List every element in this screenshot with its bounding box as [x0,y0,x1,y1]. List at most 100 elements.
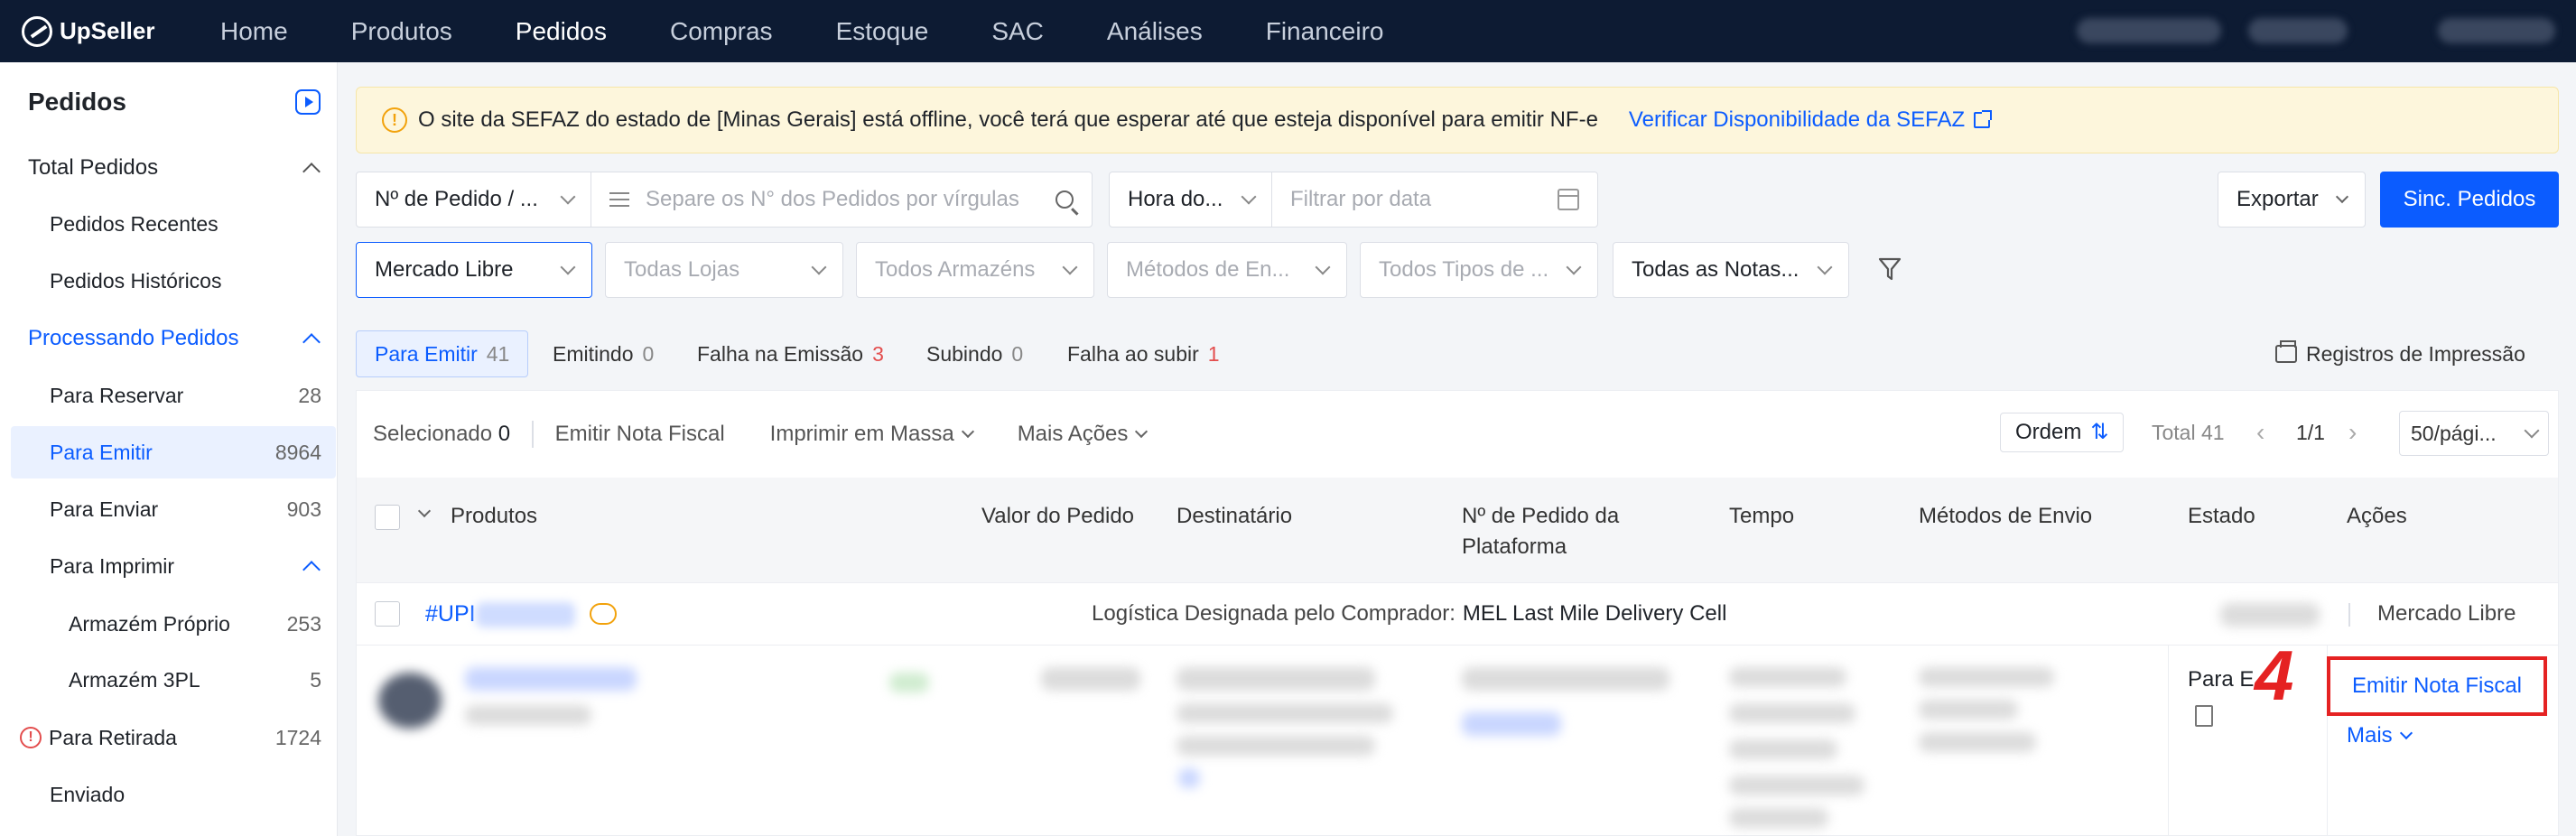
note-icon[interactable] [2195,705,2213,727]
sidebar-item-count: 28 [298,383,321,407]
header-produtos: Produtos [451,504,538,528]
search-icon[interactable] [1056,190,1074,209]
print-records-label: Registros de Impressão [2306,341,2525,366]
order-status: Para E [2188,667,2255,692]
bulk-print-dropdown[interactable]: Imprimir em Massa [770,422,974,447]
more-actions-dropdown[interactable]: Mais Ações [1018,422,1149,447]
tab-count: 41 [486,341,510,366]
sidebar-item-enviado[interactable]: Enviado [11,768,336,821]
sidebar-item-total-pedidos[interactable]: Total Pedidos [11,142,336,194]
sidebar-item-label: Armazém Próprio [69,611,230,636]
tab-falha-ao-subir[interactable]: Falha ao subir 1 [1049,330,1238,377]
sidebar-item-label: Total Pedidos [28,155,159,180]
nav-estoque[interactable]: Estoque [836,17,929,46]
order-search-input[interactable]: Separe os N° dos Pedidos por vírgulas [591,172,1093,228]
tab-para-emitir[interactable]: Para Emitir 41 [356,330,529,377]
blurred-product-sku [465,705,591,725]
sidebar-item-pedidos-historicos[interactable]: Pedidos Históricos [11,255,336,307]
sidebar-item-para-imprimir[interactable]: Para Imprimir [11,540,336,592]
blurred-product-image [378,673,442,729]
tab-label: Falha na Emissão [697,341,864,366]
nav-sac[interactable]: SAC [991,17,1044,46]
export-button[interactable]: Exportar [2218,172,2366,228]
blurred-notification-area[interactable] [2248,18,2348,43]
warning-icon: ! [20,727,42,748]
blurred-account-area[interactable] [2077,18,2221,43]
nav-produtos[interactable]: Produtos [351,17,452,46]
blurred-badge [889,673,929,692]
page-size-select[interactable]: 50/pági... [2399,411,2549,456]
sidebar-item-count: 8964 [274,440,321,464]
nav-analises[interactable]: Análises [1107,17,1203,46]
sidebar-item-count: 253 [286,611,321,636]
nav-financeiro[interactable]: Financeiro [1266,17,1384,46]
blurred-store-name [2220,603,2320,627]
nav-pedidos[interactable]: Pedidos [516,17,607,46]
tab-subindo[interactable]: Subindo 0 [908,330,1041,377]
sidebar-item-para-emitir[interactable]: Para Emitir 8964 [11,426,336,478]
divider [532,421,534,448]
time-type-select[interactable]: Hora do... [1109,172,1273,228]
stores-select[interactable]: Todas Lojas [605,242,843,298]
time-type-value: Hora do... [1128,187,1223,211]
tab-count: 0 [1011,341,1024,366]
tab-label: Emitindo [553,341,634,366]
chevron-down-icon [1566,259,1582,275]
search-type-select[interactable]: Nº de Pedido / ... [356,172,592,228]
play-tutorial-icon[interactable] [295,89,321,115]
tab-label: Para Emitir [375,341,478,366]
marketplace-select[interactable]: Mercado Libre [356,242,592,298]
sidebar-item-label: Enviado [50,782,126,806]
warehouses-select[interactable]: Todos Armazéns [856,242,1094,298]
filter-funnel-icon[interactable] [1878,256,1902,282]
print-records-link[interactable]: Registros de Impressão [2257,330,2543,377]
header-valor: Valor do Pedido [981,504,1135,528]
invoices-select[interactable]: Todas as Notas... [1613,242,1849,298]
order-label: Ordem [2015,420,2082,444]
chevron-down-icon [1241,189,1257,205]
marketplace-value: Mercado Libre [375,257,514,282]
chevron-down-icon [961,424,974,439]
sidebar-item-armazem-3pl[interactable]: Armazém 3PL 5 [11,654,336,706]
list-icon [609,192,629,207]
sidebar-item-armazem-proprio[interactable]: Armazém Próprio 253 [11,598,336,650]
blurred-user-area[interactable] [2438,18,2555,43]
emit-invoice-highlight: Emitir Nota Fiscal [2327,656,2547,716]
tab-falha-na-emissao[interactable]: Falha na Emissão 3 [679,330,902,377]
marketplace-name: Mercado Libre [2377,601,2516,626]
blurred-recipient-name [1176,667,1375,691]
nav-compras[interactable]: Compras [670,17,773,46]
chevron-down-icon[interactable] [417,504,432,518]
tab-emitindo[interactable]: Emitindo 0 [535,330,672,377]
sort-order-button[interactable]: Ordem [2000,413,2125,452]
chevron-down-icon [2524,423,2540,439]
sidebar-item-pedidos-recentes[interactable]: Pedidos Recentes [11,198,336,250]
invoices-value: Todas as Notas... [1632,257,1799,282]
check-sefaz-link-label: Verificar Disponibilidade da SEFAZ [1628,107,1966,132]
sync-orders-button[interactable]: Sinc. Pedidos [2380,172,2559,228]
emit-invoice-button[interactable]: Emitir Nota Fiscal [2352,673,2522,699]
blurred-map-icon [1178,768,1200,788]
prev-page-icon[interactable]: ‹ [2256,413,2264,452]
sidebar-item-para-retirada[interactable]: ! Para Retirada 1724 [11,711,336,764]
sidebar-item-para-reservar[interactable]: Para Reservar 28 [11,369,336,422]
select-all-checkbox[interactable] [375,505,400,530]
header-acoes: Ações [2347,504,2407,528]
date-filter-input[interactable]: Filtrar por data [1271,172,1598,228]
chevron-down-icon [560,259,576,275]
nav-home[interactable]: Home [220,17,288,46]
shipping-methods-select[interactable]: Métodos de En... [1107,242,1347,298]
sidebar-item-processando-pedidos[interactable]: Processando Pedidos [11,312,336,365]
sidebar-item-para-enviar[interactable]: Para Enviar 903 [11,483,336,535]
blurred-shipping-2 [1919,700,2018,720]
order-checkbox[interactable] [375,601,400,627]
page-size-value: 50/pági... [2411,421,2497,445]
emit-invoice-bulk-button[interactable]: Emitir Nota Fiscal [555,422,725,447]
next-page-icon[interactable]: › [2348,413,2357,452]
upseller-logo[interactable]: UpSeller [22,15,193,47]
check-sefaz-link[interactable]: Verificar Disponibilidade da SEFAZ [1628,107,1993,133]
order-types-select[interactable]: Todos Tipos de ... [1360,242,1598,298]
chevron-down-icon [2335,190,2349,204]
more-actions-link[interactable]: Mais [2347,723,2413,748]
order-id-link[interactable]: #UPI [425,601,575,627]
